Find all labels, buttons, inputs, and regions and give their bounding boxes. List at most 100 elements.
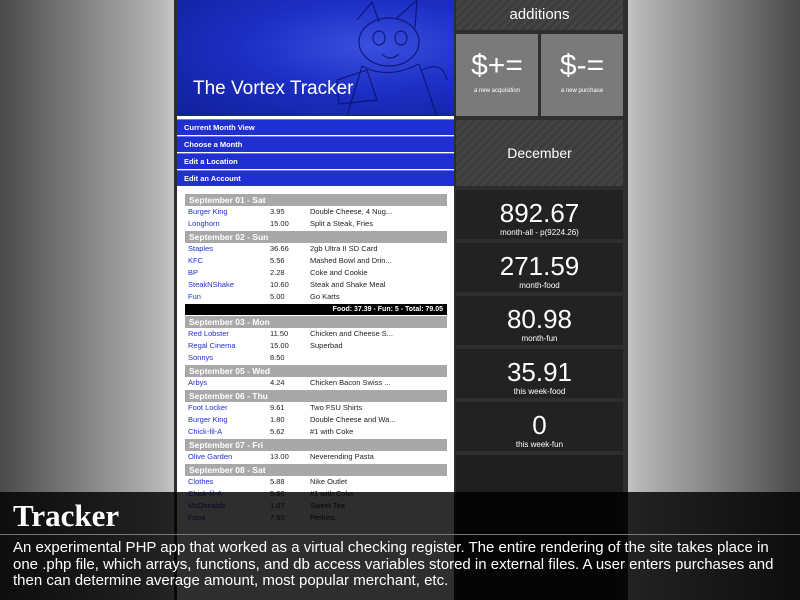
caption-divider <box>0 534 800 535</box>
stat-week-fun: 0 this week-fun <box>456 402 623 451</box>
description-cell: Mashed Bowl and Drin... <box>310 256 392 265</box>
amount-cell: 5.56 <box>270 256 285 265</box>
description-cell: Chicken and Cheese S... <box>310 329 393 338</box>
purchase-row: Olive Garden 13.00 Neverending Pasta <box>185 451 447 463</box>
stat-month-fun: 80.98 month-fun <box>456 296 623 345</box>
stat-value: 80.98 <box>506 304 573 334</box>
merchant-link[interactable]: Foot Locker <box>185 402 270 414</box>
stat-week-food: 35.91 this week-food <box>456 349 623 398</box>
stat-value: 35.91 <box>506 357 573 387</box>
merchant-link[interactable]: Burger King <box>185 414 270 426</box>
purchase-row: KFC 5.56 Mashed Bowl and Drin... <box>185 255 447 267</box>
description-cell <box>310 352 447 364</box>
merchant-link[interactable]: Longhorn <box>185 218 270 230</box>
site-title: The Vortex Tracker <box>193 78 354 99</box>
purchase-row: Burger King 3.95 Double Cheese, 4 Nug... <box>185 206 447 218</box>
caption-overlay: Tracker An experimental PHP app that wor… <box>0 492 800 600</box>
merchant-link[interactable]: Staples <box>185 243 270 255</box>
amount-cell: 3.95 <box>270 207 285 216</box>
caption-title: Tracker <box>13 498 120 533</box>
description-cell: Double Cheese and Wa... <box>310 415 396 424</box>
purchase-row: Longhorn 15.00 Split a Steak, Fries <box>185 218 447 230</box>
amount-cell: 15.00 <box>270 219 289 228</box>
subtract-symbol: $-= <box>559 49 605 82</box>
merchant-link[interactable]: Regal Cinema <box>185 340 270 352</box>
day-header: September 01 - Sat <box>185 194 447 206</box>
purchase-row: Red Lobster 11.50 Chicken and Cheese S... <box>185 328 447 340</box>
day-header: September 05 - Wed <box>185 365 447 377</box>
amount-cell: 5.62 <box>270 427 285 436</box>
purchase-row: BP 2.28 Coke and Cookie <box>185 267 447 279</box>
description-cell: Coke and Cookie <box>310 268 368 277</box>
day-header: September 06 - Thu <box>185 390 447 402</box>
nav-edit-a-location[interactable]: Edit a Location <box>177 153 454 169</box>
add-symbol: $+= <box>471 49 523 82</box>
nav-choose-a-month[interactable]: Choose a Month <box>177 136 454 152</box>
stat-value: 0 <box>532 410 547 440</box>
current-month: December <box>456 120 623 186</box>
purchase-row: Fun 5.00 Go Karts <box>185 291 447 303</box>
amount-cell: 13.00 <box>270 452 289 461</box>
stat-label: this week-fun <box>515 440 564 449</box>
amount-cell: 5.88 <box>270 477 285 486</box>
new-purchase-button[interactable]: $-= a new purchase <box>541 34 623 116</box>
day-header: September 08 - Sat <box>185 464 447 476</box>
main-nav: Current Month View Choose a Month Edit a… <box>177 119 454 187</box>
purchase-row: Chick-fil-A 5.62 #1 with Coke <box>185 426 447 438</box>
amount-cell: 4.24 <box>270 378 285 387</box>
caption-description: An experimental PHP app that worked as a… <box>13 539 774 589</box>
merchant-link[interactable]: Chick-fil-A <box>185 426 270 438</box>
amount-cell: 15.00 <box>270 341 289 350</box>
description-cell: Neverending Pasta <box>310 452 374 461</box>
day-header: September 07 - Fri <box>185 439 447 451</box>
stat-label: this week-food <box>513 387 566 396</box>
amount-cell: 11.50 <box>270 329 289 338</box>
subtract-label: a new purchase <box>560 88 604 94</box>
merchant-link[interactable]: Fun <box>185 291 270 303</box>
purchase-row: Arbys 4.24 Chicken Bacon Swiss ... <box>185 377 447 389</box>
purchase-row: Sonnys 8.50 <box>185 352 447 364</box>
new-acquisition-button[interactable]: $+= a new acquisition <box>456 34 538 116</box>
header-banner: The Vortex Tracker <box>177 0 454 116</box>
purchase-row: Regal Cinema 15.00 Superbad <box>185 340 447 352</box>
stat-label: month-all - p(9224.26) <box>500 228 579 237</box>
merchant-link[interactable]: Olive Garden <box>185 451 270 463</box>
nav-edit-an-account[interactable]: Edit an Account <box>177 170 454 186</box>
merchant-link[interactable]: SteakNShake <box>185 279 270 291</box>
merchant-link[interactable]: KFC <box>185 255 270 267</box>
description-cell: Go Karts <box>310 292 340 301</box>
nav-current-month-view[interactable]: Current Month View <box>177 119 454 135</box>
day-header: September 02 - Sun <box>185 231 447 243</box>
purchase-row: Clothes 5.88 Nike Outlet <box>185 476 447 488</box>
stat-month-all: 892.67 month-all - p(9224.26) <box>456 190 623 239</box>
purchase-row: Staples 36.66 2gb Ultra II SD Card <box>185 243 447 255</box>
merchant-link[interactable]: Clothes <box>185 476 270 488</box>
merchant-link[interactable]: Arbys <box>185 377 270 389</box>
stat-label: month-food <box>519 281 560 290</box>
purchase-log: September 01 - Sat Burger King 3.95 Double … <box>185 193 447 524</box>
merchant-link[interactable]: Burger King <box>185 206 270 218</box>
stat-month-food: 271.59 month-food <box>456 243 623 292</box>
amount-cell: 1.80 <box>270 415 285 424</box>
merchant-link[interactable]: BP <box>185 267 270 279</box>
day-totals: Food: 37.39 - Fun: 5 - Total: 79.05 <box>185 304 447 315</box>
amount-cell: 5.00 <box>270 292 285 301</box>
description-cell: Steak and Shake Meal <box>310 280 386 289</box>
description-cell: Split a Steak, Fries <box>310 219 373 228</box>
amount-cell: 9.61 <box>270 403 285 412</box>
additions-heading: additions <box>456 0 623 30</box>
description-cell: Nike Outlet <box>310 477 348 486</box>
amount-cell: 2.28 <box>270 268 285 277</box>
purchase-row: Burger King 1.80 Double Cheese and Wa... <box>185 414 447 426</box>
description-cell: Double Cheese, 4 Nug... <box>310 207 393 216</box>
description-cell: 2gb Ultra II SD Card <box>310 244 378 253</box>
merchant-link[interactable]: Sonnys <box>185 352 270 364</box>
add-label: a new acquisition <box>473 88 521 94</box>
description-cell: #1 with Coke <box>310 427 354 436</box>
purchase-row: Foot Locker 9.61 Two FSU Shirts <box>185 402 447 414</box>
merchant-link[interactable]: Red Lobster <box>185 328 270 340</box>
stat-value: 892.67 <box>499 198 580 228</box>
description-cell: Superbad <box>310 341 343 350</box>
day-header: September 03 - Mon <box>185 316 447 328</box>
amount-cell: 8.50 <box>270 353 285 362</box>
